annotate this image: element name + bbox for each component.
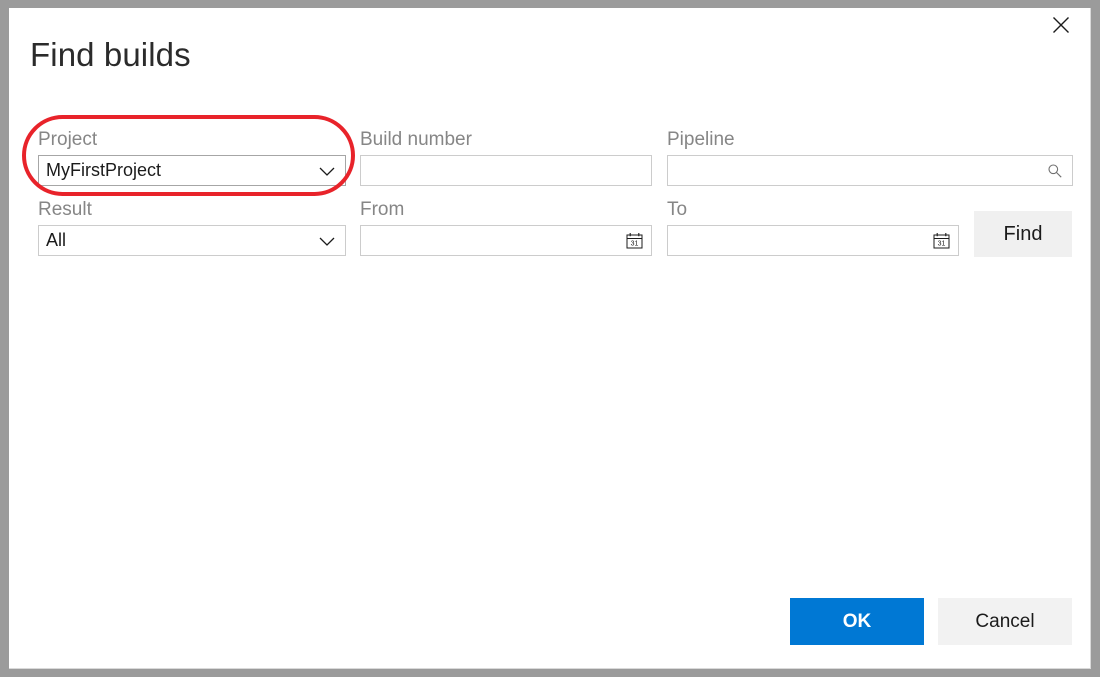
field-result: Result All (38, 198, 346, 256)
field-build-number: Build number (360, 128, 652, 186)
field-label-pipeline: Pipeline (667, 128, 1073, 152)
field-label-result: Result (38, 198, 346, 222)
search-icon[interactable] (1047, 163, 1063, 179)
result-select-value: All (39, 226, 316, 255)
field-to: To 31 (667, 198, 959, 256)
pipeline-control[interactable] (667, 155, 1073, 186)
build-number-input[interactable] (361, 157, 651, 184)
search-filters-form: Project MyFirstProject Build number Pipe… (9, 120, 1090, 270)
field-label-project: Project (38, 128, 346, 152)
field-pipeline: Pipeline (667, 128, 1073, 186)
window-frame: Find builds Project MyFirstProject Build… (0, 0, 1100, 677)
page-title: Find builds (30, 35, 191, 75)
calendar-icon[interactable]: 31 (626, 232, 643, 249)
ok-button[interactable]: OK (790, 598, 924, 645)
field-label-to: To (667, 198, 959, 222)
to-date-control[interactable]: 31 (667, 225, 959, 256)
result-select[interactable]: All (38, 225, 346, 256)
project-select-value: MyFirstProject (39, 156, 316, 185)
build-number-control[interactable] (360, 155, 652, 186)
field-label-from: From (360, 198, 652, 222)
close-button[interactable] (1042, 10, 1080, 40)
chevron-down-icon (316, 230, 338, 252)
chevron-down-icon (316, 160, 338, 182)
dialog-footer: OK Cancel (790, 598, 1072, 645)
project-select[interactable]: MyFirstProject (38, 155, 346, 186)
find-button[interactable]: Find (974, 211, 1072, 257)
calendar-icon-day: 31 (938, 241, 946, 248)
pipeline-input[interactable] (668, 157, 1047, 184)
calendar-icon[interactable]: 31 (933, 232, 950, 249)
from-date-input[interactable] (361, 227, 626, 254)
cancel-button[interactable]: Cancel (938, 598, 1072, 645)
find-builds-dialog: Find builds Project MyFirstProject Build… (9, 8, 1091, 669)
to-date-input[interactable] (668, 227, 933, 254)
from-date-control[interactable]: 31 (360, 225, 652, 256)
close-icon (1051, 15, 1071, 35)
field-from: From 31 (360, 198, 652, 256)
field-label-build-number: Build number (360, 128, 652, 152)
calendar-icon-day: 31 (631, 241, 639, 248)
field-project: Project MyFirstProject (38, 128, 346, 186)
